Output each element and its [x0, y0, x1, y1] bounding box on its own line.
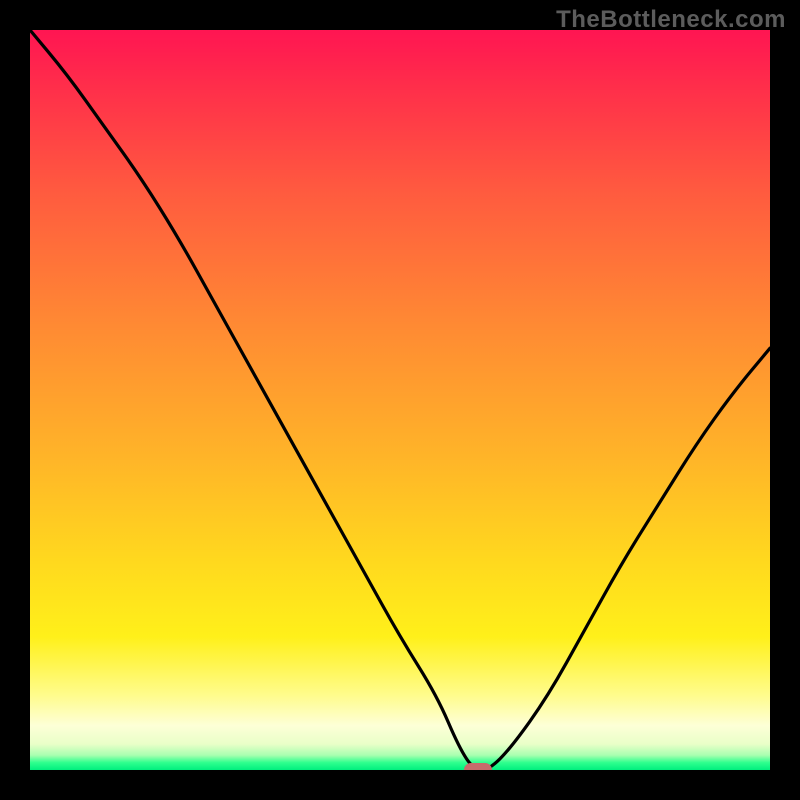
watermark-text: TheBottleneck.com [556, 6, 786, 34]
optimum-marker [464, 763, 492, 770]
plot-area [30, 30, 770, 770]
bottleneck-curve [30, 30, 770, 770]
chart-frame: TheBottleneck.com [0, 0, 800, 800]
